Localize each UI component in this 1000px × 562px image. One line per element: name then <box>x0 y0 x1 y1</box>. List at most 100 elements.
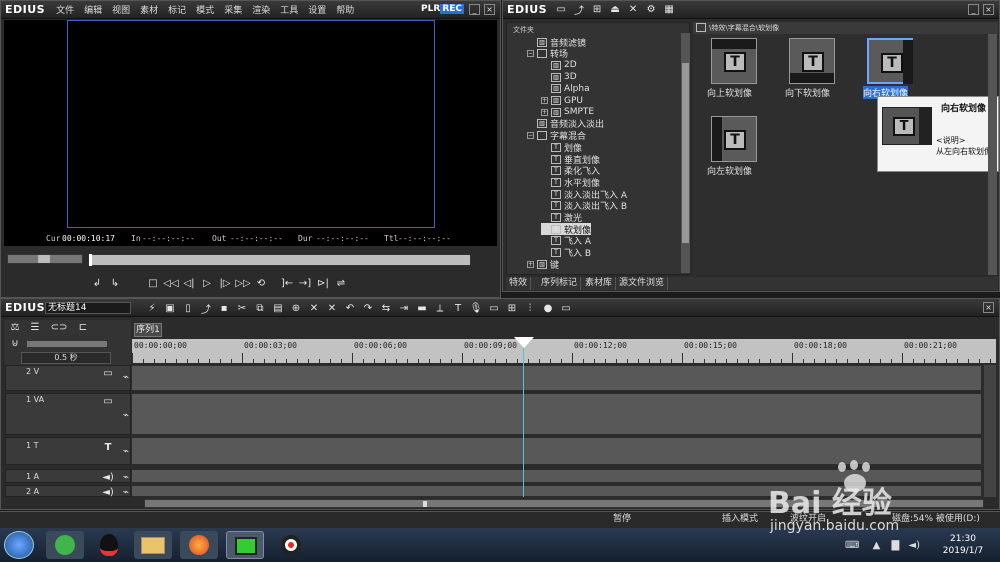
camera-icon[interactable]: ▣ <box>162 301 178 315</box>
menu-item[interactable]: 视图 <box>107 6 135 16</box>
tree-item[interactable]: − 转场 <box>527 48 568 60</box>
menu-item[interactable]: 工具 <box>275 6 303 16</box>
render-icon[interactable]: ▭ <box>486 301 502 315</box>
track-2v[interactable] <box>132 365 981 391</box>
start-button[interactable] <box>4 531 34 559</box>
overwrite-edit-icon[interactable]: →] <box>297 276 313 290</box>
tree-item[interactable]: ▥ 3D <box>541 71 577 83</box>
menu-item[interactable]: 文件 <box>51 6 79 16</box>
tree-item[interactable]: + ▥ GPU <box>541 95 583 107</box>
menu-item[interactable]: 标记 <box>163 6 191 16</box>
loop-icon[interactable]: ⟲ <box>253 276 269 290</box>
expander-icon[interactable]: + <box>541 97 548 104</box>
link-icon[interactable]: ⊕ <box>288 301 304 315</box>
marker-icon[interactable]: ▬ <box>414 301 430 315</box>
bin-tab[interactable]: 特效 <box>506 277 532 290</box>
menu-item[interactable]: 采集 <box>219 6 247 16</box>
timescale-select[interactable]: 0.5 秒 <box>21 352 111 364</box>
bin-tab[interactable]: 素材库 <box>582 277 617 290</box>
track-panel-icon[interactable]: ⚖ <box>7 320 23 334</box>
timeline-cursor[interactable] <box>523 339 524 497</box>
taskbar-app-browser[interactable] <box>46 531 84 559</box>
redo-icon[interactable]: ↷ <box>360 301 376 315</box>
set-out-icon[interactable]: ↳ <box>107 276 123 290</box>
track-visibility-icon[interactable]: ▭ <box>100 366 116 380</box>
h-scroll-thumb[interactable] <box>423 501 427 507</box>
delete-icon[interactable]: ✕ <box>625 3 641 17</box>
track-1t[interactable] <box>132 437 981 465</box>
taskbar-app-recorder[interactable] <box>272 531 310 559</box>
tree-item[interactable]: ▥ Alpha <box>541 83 590 95</box>
undo-icon[interactable]: ↶ <box>342 301 358 315</box>
speaker-icon[interactable]: ◄) <box>100 470 116 484</box>
play-icon[interactable]: ▷ <box>199 276 215 290</box>
vertical-scrollbar[interactable] <box>984 365 996 497</box>
track-header-1va[interactable]: 1 VA ▭ ⌁ <box>5 393 131 435</box>
up-folder-icon[interactable]: ⤴ <box>571 3 587 17</box>
expander-icon[interactable]: + <box>527 260 534 268</box>
effect-thumb-up[interactable]: T <box>711 38 757 84</box>
time-ruler[interactable]: 00:00:00;00 00:00:03;00 00:00:06;00 00:00:0… <box>132 339 996 363</box>
razor-icon[interactable]: ⟂ <box>432 301 448 315</box>
fast-forward-icon[interactable]: ▷▷ <box>235 276 251 290</box>
position-slider[interactable] <box>88 254 471 266</box>
menu-item[interactable]: 模式 <box>191 6 219 16</box>
track-settings-icon[interactable]: ⊏ <box>75 320 91 334</box>
effect-toggle-icon[interactable]: ⚡ <box>144 301 160 315</box>
menu-item[interactable]: 编辑 <box>79 6 107 16</box>
grid-scrollbar[interactable] <box>988 34 997 275</box>
tree-item[interactable]: + ▥ SMPTE <box>541 106 594 118</box>
tree-item[interactable]: T 激光 <box>541 212 582 224</box>
tree-item[interactable]: + ▥ 键 <box>527 258 559 271</box>
timeline-close-icon[interactable]: × <box>983 302 994 313</box>
copy-icon[interactable]: ⧉ <box>252 301 268 315</box>
shuttle-handle[interactable] <box>38 255 50 263</box>
microphone-icon[interactable]: 🎙 <box>468 301 484 315</box>
track-header-1t[interactable]: 1 T T ⌁ <box>5 437 131 465</box>
track-header-1a[interactable]: 1 A ◄) ⌁ <box>5 469 131 483</box>
rewind-icon[interactable]: ◁◁ <box>163 276 179 290</box>
track-header-2v[interactable]: 2 V ▭ ⌁ <box>5 365 131 391</box>
tree-item[interactable]: − 字幕混合 <box>527 130 586 142</box>
delete-clip-icon[interactable]: ✕ <box>306 301 322 315</box>
zoom-slider[interactable] <box>27 341 107 347</box>
tray-speaker-icon[interactable]: ◄) <box>908 540 920 551</box>
expander-icon[interactable]: + <box>541 108 548 116</box>
sync-icon[interactable]: ⊂⊃ <box>51 320 68 334</box>
tray-keyboard-icon[interactable]: ⌨ <box>845 540 859 551</box>
mixer-icon[interactable]: ⫶ <box>522 301 538 315</box>
menu-item[interactable]: 帮助 <box>331 6 359 16</box>
menu-item[interactable]: 设置 <box>303 6 331 16</box>
track-2a[interactable] <box>132 485 981 497</box>
snap-icon[interactable]: ⇥ <box>396 301 412 315</box>
replace-icon[interactable]: ⊳| <box>315 276 331 290</box>
tree-item[interactable]: ▥ 音频淡入淡出 <box>527 118 604 130</box>
track-layout-icon[interactable]: ☰ <box>27 320 43 334</box>
track-header-2a[interactable]: 2 A ◄) ⌁ <box>5 485 131 499</box>
plr-rec-indicator[interactable]: PLR REC <box>421 4 464 14</box>
effect-thumb-left[interactable]: T <box>711 116 757 162</box>
collapse-icon[interactable]: ⊍ <box>7 338 23 349</box>
save-project-icon[interactable]: ▪ <box>216 301 232 315</box>
taskbar-app-edius[interactable] <box>226 531 264 559</box>
view-icon[interactable]: ▦ <box>661 3 677 17</box>
tray-network-icon[interactable]: ▇ <box>892 540 900 551</box>
expander-icon[interactable]: − <box>527 50 534 58</box>
new-sequence-icon[interactable]: ▯ <box>180 301 196 315</box>
bin-tab[interactable]: 序列标记 <box>538 277 582 290</box>
taskbar-app-qq[interactable] <box>90 531 128 559</box>
open-project-icon[interactable]: ⤴ <box>198 301 214 316</box>
tray-clock[interactable]: 21:30 2019/1/7 <box>940 533 986 557</box>
tree-scroll-thumb[interactable] <box>682 63 689 243</box>
step-forward-icon[interactable]: |▷ <box>217 276 233 290</box>
track-1a[interactable] <box>132 469 981 483</box>
tree-item[interactable]: T 水平划像 <box>541 176 600 189</box>
speaker-icon[interactable]: ◄) <box>100 485 116 499</box>
properties-icon[interactable]: ⚙ <box>643 3 659 17</box>
effect-thumb-right[interactable]: T <box>867 38 913 84</box>
tree-icon[interactable]: ⊞ <box>589 3 605 17</box>
tree-item[interactable]: T 垂直划像 <box>541 153 600 166</box>
tree-scrollbar[interactable] <box>681 33 690 273</box>
tree-item[interactable]: T 划像 <box>541 141 582 154</box>
sequence-tab[interactable]: 序列1 <box>134 323 162 337</box>
